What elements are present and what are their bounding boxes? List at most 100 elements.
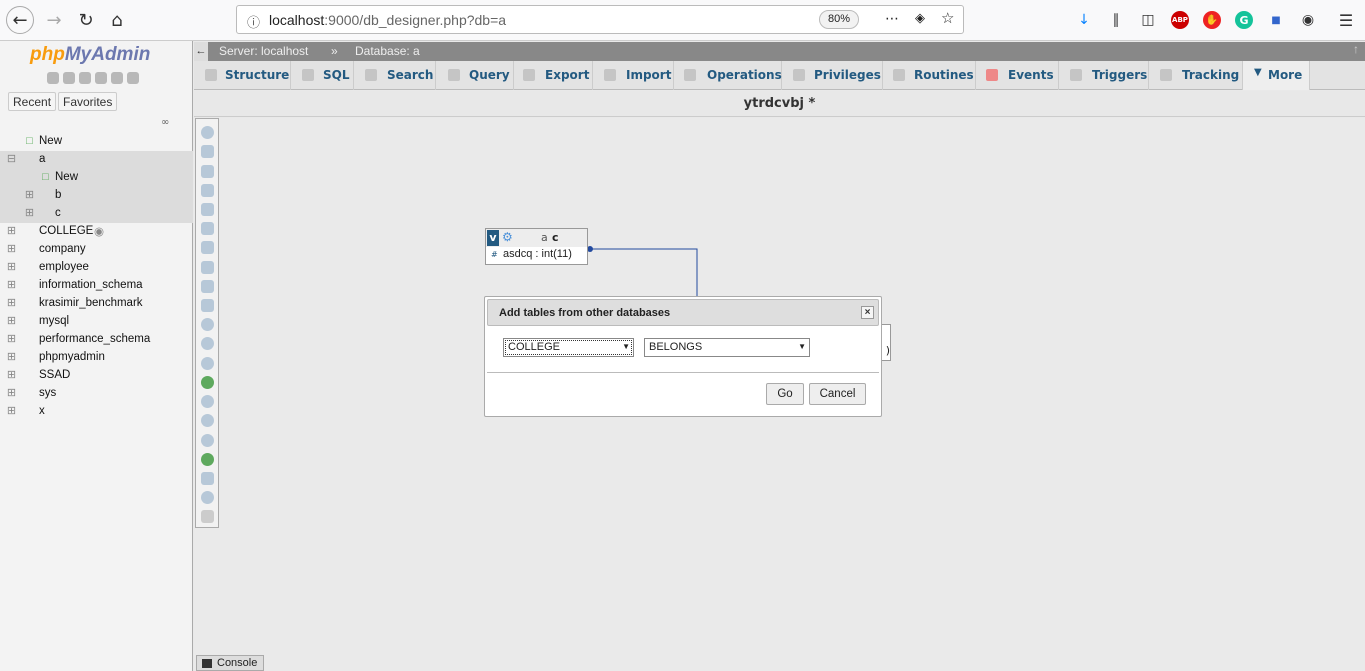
export-schema-icon[interactable] — [201, 472, 214, 485]
tab-structure[interactable]: Structure — [194, 61, 291, 90]
tab-routines[interactable]: Routines — [883, 61, 976, 90]
snap-to-grid-icon[interactable] — [201, 395, 214, 408]
tab-export[interactable]: Export — [514, 61, 593, 90]
tree-item-company[interactable]: ⊞ company — [0, 241, 193, 259]
tab-triggers[interactable]: Triggers — [1059, 61, 1149, 90]
grammarly-icon[interactable]: G — [1235, 11, 1253, 29]
phpmyadmin-logo[interactable]: phpMyAdmin — [30, 44, 150, 66]
show-hide-menu-icon[interactable] — [201, 126, 214, 139]
column-row[interactable]: asdcq : int(11) — [503, 248, 572, 260]
account-icon[interactable]: ◉ — [1299, 11, 1317, 29]
reload-icon[interactable] — [201, 337, 214, 350]
tree-item-mysql[interactable]: ⊞ mysql — [0, 313, 193, 331]
go-button[interactable]: Go — [766, 383, 804, 405]
home-icon[interactable] — [47, 72, 59, 84]
adblock-icon[interactable]: ABP — [1171, 11, 1189, 29]
zoom-indicator[interactable]: 80% — [819, 10, 859, 29]
eye-icon — [1160, 69, 1172, 81]
create-table-icon[interactable] — [201, 280, 214, 293]
extension-icon[interactable]: ■ — [1267, 11, 1285, 29]
column-key-icon: # — [491, 250, 498, 259]
open-page-icon[interactable] — [201, 203, 214, 216]
bookmark-star-icon[interactable]: ☆ — [941, 9, 954, 27]
pocket-icon[interactable]: ◈ — [915, 11, 925, 26]
maximize-icon[interactable]: ↑ — [1353, 42, 1359, 56]
link-icon[interactable]: ∞ — [161, 117, 169, 128]
recent-tab[interactable]: Recent — [8, 92, 57, 111]
move-menu-icon[interactable] — [201, 510, 214, 523]
new-page-icon[interactable] — [201, 184, 214, 197]
url-text: localhost:9000/db_designer.php?db=a — [269, 12, 507, 28]
tree-item-college[interactable]: ⊞ COLLEGE ◉ — [0, 223, 193, 241]
eye-icon[interactable]: ◉ — [94, 224, 104, 238]
tree-item-a-new[interactable]: □ New — [0, 169, 193, 187]
tree-item-b[interactable]: ⊞ b — [0, 187, 193, 205]
toggle-small-big-icon[interactable] — [201, 434, 214, 447]
settings-icon[interactable] — [111, 72, 123, 84]
toggle-view-button[interactable]: v — [487, 230, 499, 246]
tree-item-information-schema[interactable]: ⊞ information_schema — [0, 277, 193, 295]
table-select[interactable]: BELONGS ▼ — [644, 338, 810, 357]
table-box-c[interactable]: v ⚙ a c # asdcq : int(11) — [485, 228, 588, 265]
fullscreen-icon[interactable] — [201, 145, 214, 158]
search-icon — [365, 69, 377, 81]
angular-links-icon[interactable] — [201, 376, 214, 389]
table-header[interactable]: v ⚙ a c — [486, 229, 587, 247]
build-query-icon[interactable] — [201, 491, 214, 504]
close-icon[interactable]: × — [861, 306, 874, 319]
gear-icon[interactable]: ⚙ — [502, 230, 513, 244]
info-icon[interactable]: ⓘ — [247, 12, 260, 31]
breadcrumb-database[interactable]: Database: a — [355, 44, 420, 58]
download-icon[interactable]: ↓ — [1075, 11, 1093, 29]
help-icon[interactable] — [201, 357, 214, 370]
docs-icon[interactable] — [95, 72, 107, 84]
tree-item-sys[interactable]: ⊞ sys — [0, 385, 193, 403]
save-icon[interactable] — [201, 222, 214, 235]
tree-item-c[interactable]: ⊞ c — [0, 205, 193, 223]
delete-page-icon[interactable] — [201, 261, 214, 274]
tab-tracking[interactable]: Tracking — [1149, 61, 1243, 90]
toggle-relation-lines-icon[interactable] — [201, 453, 214, 466]
tab-more[interactable]: ▼ More — [1243, 61, 1310, 90]
help-icon[interactable] — [79, 72, 91, 84]
tree-item-performance-schema[interactable]: ⊞ performance_schema — [0, 331, 193, 349]
tree-item-employee[interactable]: ⊞ employee — [0, 259, 193, 277]
tree-item-ssad[interactable]: ⊞ SSAD — [0, 367, 193, 385]
page-actions-icon[interactable]: ⋯ — [885, 11, 899, 27]
collapse-arrow-icon[interactable]: ← — [194, 42, 208, 61]
tree-item-x[interactable]: ⊞ x — [0, 403, 193, 421]
create-relation-icon[interactable] — [201, 299, 214, 312]
url-bar[interactable]: ⓘ localhost:9000/db_designer.php?db=a 80… — [236, 5, 964, 34]
tree-item-new[interactable]: □ New — [0, 133, 193, 151]
save-as-icon[interactable] — [201, 241, 214, 254]
display-field-icon[interactable] — [201, 318, 214, 331]
sidebar-toggle-icon[interactable]: ◫ — [1139, 11, 1157, 29]
small-big-icon[interactable] — [201, 414, 214, 427]
reload-icon[interactable]: ↻ — [72, 6, 100, 34]
partial-table-box[interactable]: ) — [881, 324, 891, 361]
favorites-tab[interactable]: Favorites — [58, 92, 118, 111]
tab-import[interactable]: Import — [593, 61, 674, 90]
tab-events[interactable]: Events — [976, 61, 1059, 90]
console-tab[interactable]: Console — [196, 655, 264, 671]
menu-icon[interactable]: ☰ — [1337, 11, 1355, 30]
back-icon[interactable]: ← — [6, 6, 34, 34]
tab-sql[interactable]: SQL — [291, 61, 354, 90]
home-icon[interactable]: ⌂ — [103, 6, 131, 34]
privacy-icon[interactable]: ✋ — [1203, 11, 1221, 29]
tree-item-a[interactable]: ⊟ a — [0, 151, 193, 169]
tree-item-krasimir-benchmark[interactable]: ⊞ krasimir_benchmark — [0, 295, 193, 313]
database-select[interactable]: COLLEGE ▼ — [503, 338, 634, 357]
add-tables-icon[interactable] — [201, 165, 214, 178]
logout-icon[interactable] — [63, 72, 75, 84]
cancel-button[interactable]: Cancel — [809, 383, 866, 405]
tab-operations[interactable]: Operations — [674, 61, 782, 90]
tree-item-phpmyadmin[interactable]: ⊞ phpmyadmin — [0, 349, 193, 367]
tab-query[interactable]: Query — [436, 61, 514, 90]
reload-icon[interactable] — [127, 72, 139, 84]
breadcrumb-server[interactable]: Server: localhost — [219, 44, 308, 58]
tab-search[interactable]: Search — [354, 61, 436, 90]
forward-icon[interactable]: → — [40, 6, 68, 34]
library-icon[interactable]: ∥ — [1107, 11, 1125, 29]
tab-privileges[interactable]: Privileges — [782, 61, 883, 90]
